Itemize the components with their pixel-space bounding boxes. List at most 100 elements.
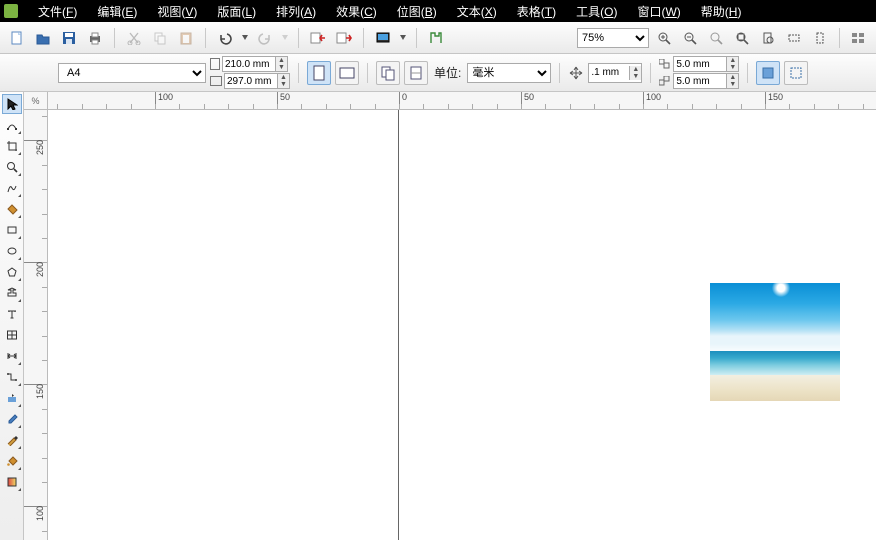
canvas-area: % 100 50 0 50 100 150 200 250 200 150 10…	[24, 92, 876, 540]
undo-button[interactable]	[214, 27, 236, 49]
interactive-fill-tool[interactable]	[2, 472, 22, 492]
rectangle-tool[interactable]	[2, 220, 22, 240]
dimension-tool[interactable]	[2, 346, 22, 366]
options-button[interactable]	[848, 27, 870, 49]
all-pages-button[interactable]	[376, 61, 400, 85]
smart-fill-tool[interactable]	[2, 199, 22, 219]
zoom-select[interactable]: 75%	[577, 28, 649, 48]
placed-image[interactable]	[710, 283, 840, 401]
unit-select[interactable]: 毫米	[467, 63, 551, 83]
spin-down-icon[interactable]: ▼	[726, 81, 738, 88]
spin-up-icon[interactable]: ▲	[726, 74, 738, 81]
menu-file[interactable]: 文件(F)	[28, 3, 87, 20]
current-page-button[interactable]	[404, 61, 428, 85]
table-tool[interactable]	[2, 325, 22, 345]
menu-window[interactable]: 窗口(W)	[627, 3, 690, 20]
paper-size-select[interactable]: A4	[58, 63, 206, 83]
menu-view[interactable]: 视图(V)	[147, 3, 207, 20]
open-button[interactable]	[32, 27, 54, 49]
menu-table[interactable]: 表格(T)	[507, 3, 566, 20]
outline-tool[interactable]	[2, 430, 22, 450]
cut-button[interactable]	[123, 27, 145, 49]
crop-tool[interactable]	[2, 136, 22, 156]
dup-x-icon	[659, 59, 671, 69]
unit-label: 单位:	[434, 64, 461, 81]
nudge-icon	[568, 65, 584, 81]
zoom-width-icon[interactable]	[783, 27, 805, 49]
freehand-tool[interactable]	[2, 178, 22, 198]
property-bar: A4 ▲▼ ▲▼ 单位: 毫米 ▲▼ ▲▼ ▲▼	[0, 54, 876, 92]
zoom-selection-icon[interactable]	[705, 27, 727, 49]
zoom-all-icon[interactable]	[731, 27, 753, 49]
separator	[559, 63, 560, 83]
text-tool[interactable]	[2, 304, 22, 324]
basic-shapes-tool[interactable]	[2, 283, 22, 303]
polygon-tool[interactable]	[2, 262, 22, 282]
separator	[416, 28, 417, 48]
spin-down-icon[interactable]: ▼	[277, 81, 289, 88]
nudge-input[interactable]: ▲▼	[588, 63, 642, 83]
spin-down-icon[interactable]: ▼	[275, 64, 287, 71]
zoom-out-icon[interactable]	[679, 27, 701, 49]
welcome-button[interactable]	[425, 27, 447, 49]
menu-help[interactable]: 帮助(H)	[691, 3, 752, 20]
app-launcher-button[interactable]	[372, 27, 394, 49]
zoom-page-icon[interactable]	[757, 27, 779, 49]
separator	[205, 28, 206, 48]
page-height-input[interactable]: ▲▼	[224, 73, 290, 89]
separator	[114, 28, 115, 48]
duplicate-distance: ▲▼ ▲▼	[659, 56, 739, 89]
redo-button[interactable]	[254, 27, 276, 49]
spin-down-icon[interactable]: ▼	[629, 73, 641, 80]
page-dimensions: ▲▼ ▲▼	[210, 56, 290, 89]
treat-as-filled-button[interactable]	[756, 61, 780, 85]
zoom-tool[interactable]	[2, 157, 22, 177]
dup-y-input[interactable]: ▲▼	[673, 73, 739, 89]
menu-arrange[interactable]: 排列(A)	[266, 3, 326, 20]
spin-up-icon[interactable]: ▲	[275, 57, 287, 64]
spin-up-icon[interactable]: ▲	[277, 74, 289, 81]
ellipse-tool[interactable]	[2, 241, 22, 261]
zoom-in-icon[interactable]	[653, 27, 675, 49]
drawing-canvas[interactable]	[48, 110, 876, 540]
portrait-button[interactable]	[307, 61, 331, 85]
snap-bounding-button[interactable]	[784, 61, 808, 85]
menu-text[interactable]: 文本(X)	[447, 3, 507, 20]
spin-down-icon[interactable]: ▼	[726, 64, 738, 71]
export-button[interactable]	[333, 27, 355, 49]
workspace: % 100 50 0 50 100 150 200 250 200 150 10…	[0, 92, 876, 540]
horizontal-ruler[interactable]: 100 50 0 50 100 150 200	[48, 92, 876, 110]
landscape-button[interactable]	[335, 61, 359, 85]
paste-button[interactable]	[175, 27, 197, 49]
redo-dropdown[interactable]	[280, 27, 290, 49]
separator	[298, 28, 299, 48]
undo-dropdown[interactable]	[240, 27, 250, 49]
page-width-input[interactable]: ▲▼	[222, 56, 288, 72]
menu-tools[interactable]: 工具(O)	[566, 3, 627, 20]
print-button[interactable]	[84, 27, 106, 49]
menu-effects[interactable]: 效果(C)	[326, 3, 387, 20]
dup-x-input[interactable]: ▲▼	[673, 56, 739, 72]
interactive-tool[interactable]	[2, 388, 22, 408]
fill-tool[interactable]	[2, 451, 22, 471]
pick-tool[interactable]	[2, 94, 22, 114]
copy-button[interactable]	[149, 27, 171, 49]
spin-up-icon[interactable]: ▲	[629, 66, 641, 73]
spin-up-icon[interactable]: ▲	[726, 57, 738, 64]
new-button[interactable]	[6, 27, 28, 49]
menu-layout[interactable]: 版面(L)	[207, 3, 266, 20]
save-button[interactable]	[58, 27, 80, 49]
import-button[interactable]	[307, 27, 329, 49]
menu-bitmap[interactable]: 位图(B)	[387, 3, 447, 20]
standard-toolbar: 75%	[0, 22, 876, 54]
separator	[363, 28, 364, 48]
menu-edit[interactable]: 编辑(E)	[87, 3, 147, 20]
vertical-ruler[interactable]: 250 200 150 100	[24, 110, 48, 540]
zoom-height-icon[interactable]	[809, 27, 831, 49]
ruler-corner[interactable]: %	[24, 92, 48, 110]
launcher-dropdown[interactable]	[398, 27, 408, 49]
eyedropper-tool[interactable]	[2, 409, 22, 429]
page-edge	[398, 110, 399, 540]
connector-tool[interactable]	[2, 367, 22, 387]
shape-tool[interactable]	[2, 115, 22, 135]
